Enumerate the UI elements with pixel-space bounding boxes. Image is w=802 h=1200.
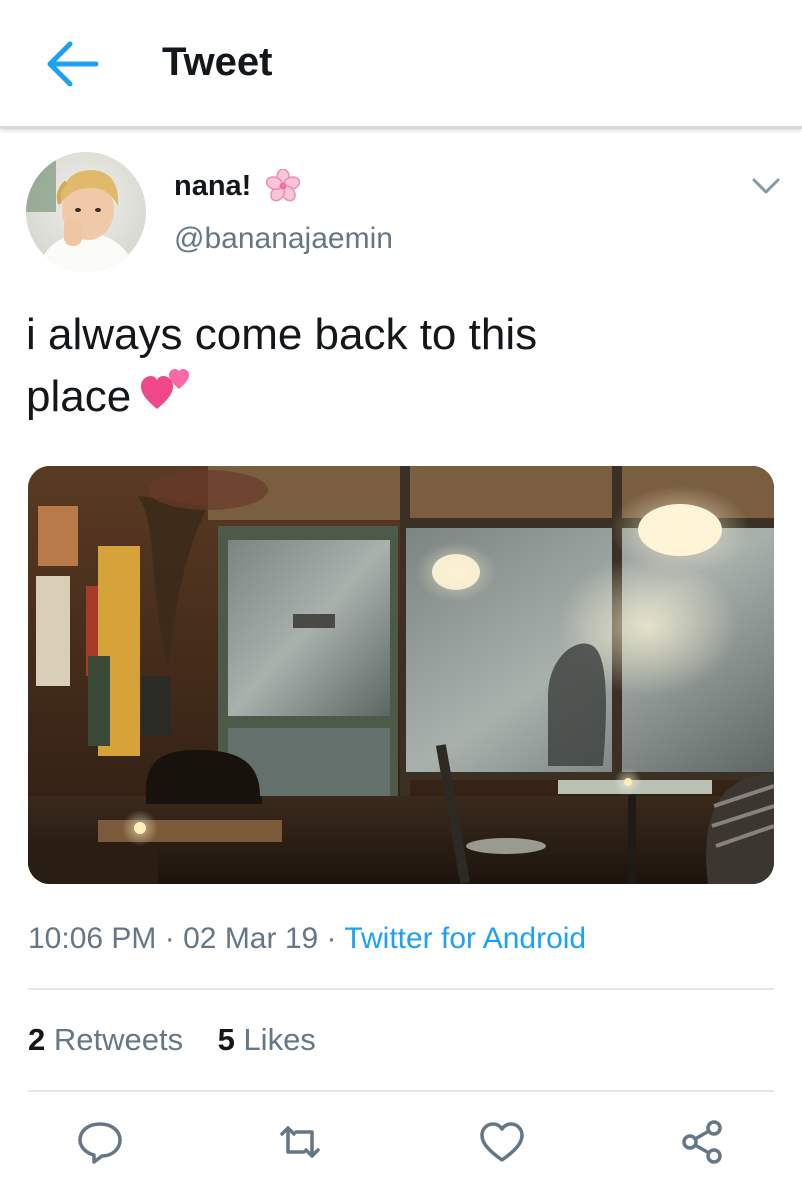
tweet-stats: 2 Retweets 5 Likes (28, 1022, 316, 1058)
divider (28, 988, 774, 990)
share-button[interactable] (678, 1118, 726, 1166)
likes-stat[interactable]: 5 Likes (218, 1022, 316, 1057)
two-hearts-icon (141, 369, 190, 410)
reply-button[interactable] (76, 1118, 124, 1166)
retweet-icon (280, 1126, 320, 1158)
meta-separator: · (164, 922, 175, 955)
retweet-button[interactable] (276, 1118, 324, 1166)
cherry-blossom-icon (266, 169, 300, 202)
arrow-left-icon (47, 41, 99, 87)
tweet-time: 10:06 PM (28, 922, 157, 955)
tweet-text: i always come back to this place (26, 304, 766, 428)
tweet-text-word: place (26, 372, 132, 421)
username[interactable]: @bananajaemin (174, 222, 393, 256)
meta-separator: · (326, 922, 337, 955)
back-button[interactable] (40, 36, 102, 92)
tweet-text-line-1: i always come back to this (26, 310, 538, 359)
divider (28, 1090, 774, 1092)
page-title: Tweet (162, 40, 273, 84)
tweet-source-link[interactable]: Twitter for Android (344, 922, 586, 955)
tweet-photo[interactable] (28, 466, 774, 884)
share-icon (682, 1120, 722, 1164)
retweets-count: 2 (28, 1022, 46, 1057)
likes-label: Likes (243, 1022, 316, 1057)
display-name[interactable]: nana! (174, 170, 251, 203)
tweet-date: 02 Mar 19 (183, 922, 319, 955)
retweets-stat[interactable]: 2 Retweets (28, 1022, 183, 1057)
avatar[interactable] (26, 152, 146, 272)
like-icon (480, 1122, 524, 1162)
reply-icon (78, 1122, 122, 1164)
like-button[interactable] (478, 1118, 526, 1166)
tweet-meta: 10:06 PM · 02 Mar 19 · Twitter for Andro… (28, 922, 586, 956)
likes-count: 5 (217, 1022, 235, 1057)
more-options-button[interactable] (748, 170, 784, 200)
tweet-text-line-2: place (26, 366, 766, 428)
top-bar: Tweet (0, 0, 802, 129)
retweets-label: Retweets (53, 1022, 184, 1057)
chevron-down-icon (752, 178, 780, 194)
